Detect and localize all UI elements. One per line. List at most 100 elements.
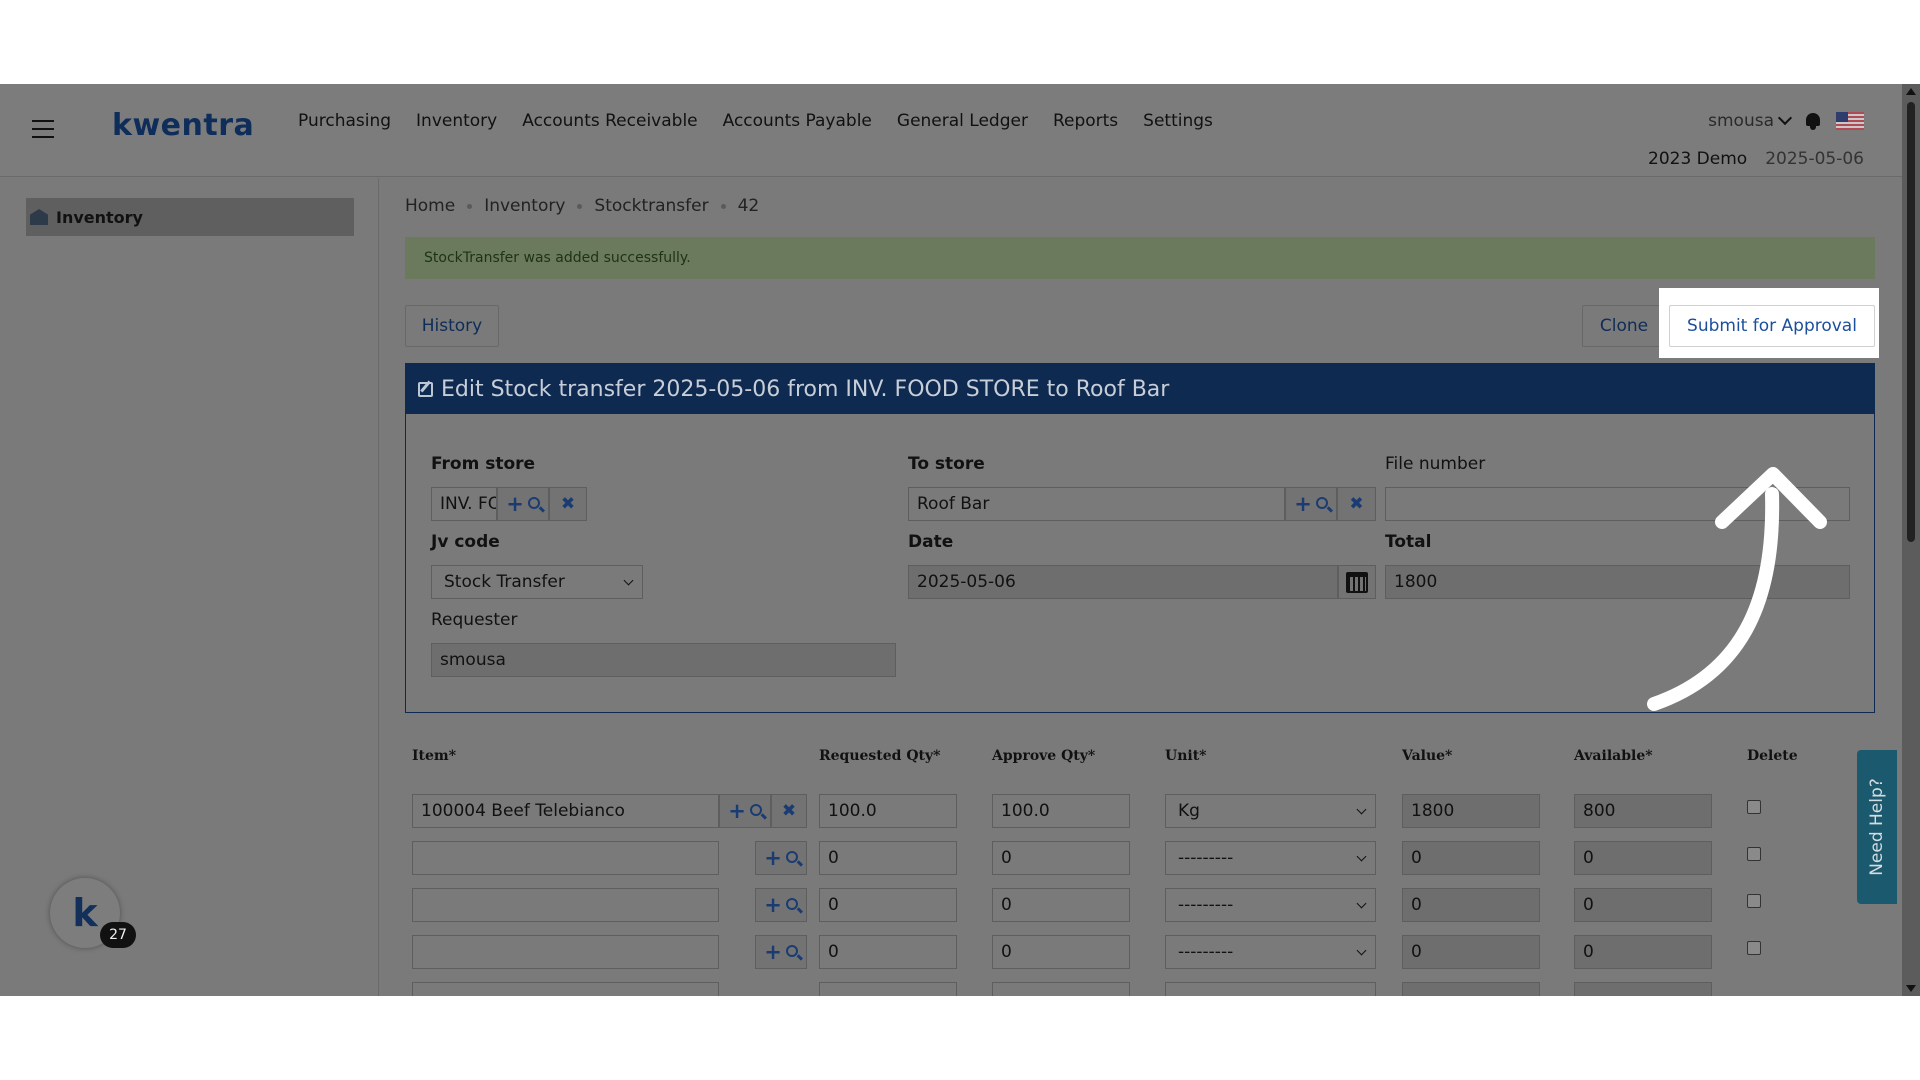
unit-select[interactable]: Kg (1165, 794, 1376, 828)
us-flag-icon[interactable] (1836, 112, 1864, 130)
item-input[interactable]: 100004 Beef Telebianco (412, 794, 719, 828)
hamburger-menu-icon[interactable] (32, 120, 54, 138)
requested-qty-input[interactable]: 0 (819, 935, 957, 969)
history-button[interactable]: History (405, 305, 499, 347)
unit-select[interactable]: --------- (1165, 841, 1376, 875)
chevron-down-icon (1356, 945, 1367, 956)
approve-qty-input[interactable]: 0 (992, 841, 1130, 875)
chevron-down-icon (623, 575, 634, 586)
app-window: kwentra Purchasing Inventory Accounts Re… (0, 84, 1920, 996)
nav-accounts-payable[interactable]: Accounts Payable (723, 111, 872, 131)
delete-checkbox[interactable] (1747, 894, 1761, 908)
notification-count-badge: 27 (100, 922, 136, 948)
item-input[interactable] (412, 841, 719, 875)
plus-icon[interactable]: + (506, 493, 524, 515)
unit-value: --------- (1178, 942, 1234, 962)
nav-general-ledger[interactable]: General Ledger (897, 111, 1028, 131)
breadcrumb-inventory[interactable]: Inventory (484, 196, 565, 216)
close-icon[interactable]: ✖ (782, 801, 796, 821)
breadcrumb-separator (467, 203, 473, 209)
need-help-tab[interactable]: Need Help? (1857, 750, 1897, 904)
kwentra-logo[interactable]: kwentra (112, 108, 254, 143)
unit-select[interactable]: --------- (1165, 935, 1376, 969)
close-icon[interactable]: ✖ (561, 494, 575, 514)
to-store-add-search[interactable]: + (1285, 487, 1337, 521)
approve-qty-input[interactable]: 100.0 (992, 794, 1130, 828)
close-icon[interactable]: ✖ (1349, 494, 1363, 514)
requested-qty-input[interactable] (819, 982, 957, 996)
item-add-search[interactable]: + (755, 935, 807, 969)
search-icon[interactable] (1315, 497, 1328, 509)
delete-checkbox[interactable] (1747, 941, 1761, 955)
col-delete: Delete (1747, 748, 1798, 764)
scrollbar-thumb[interactable] (1907, 102, 1915, 542)
scroll-down-arrow-icon[interactable] (1906, 985, 1916, 992)
page-scrollbar[interactable] (1902, 84, 1920, 996)
nav-purchasing[interactable]: Purchasing (298, 111, 391, 131)
requester-input: smousa (431, 643, 896, 677)
bell-icon[interactable] (1804, 111, 1822, 131)
nav-accounts-receivable[interactable]: Accounts Receivable (522, 111, 697, 131)
nav-inventory[interactable]: Inventory (416, 111, 497, 131)
search-icon[interactable] (785, 898, 798, 910)
breadcrumb-home[interactable]: Home (405, 196, 455, 216)
plus-icon[interactable]: + (764, 941, 782, 963)
sidebar-item-label: Inventory (56, 207, 143, 227)
breadcrumb-separator (577, 203, 583, 209)
jv-code-select[interactable]: Stock Transfer (431, 565, 643, 599)
from-store-input[interactable]: INV. FOOD STORE (431, 487, 497, 521)
submit-for-approval-button[interactable]: Submit for Approval (1669, 305, 1875, 347)
date-input[interactable]: 2025-05-06 (908, 565, 1338, 599)
from-store-add-search[interactable]: + (497, 487, 549, 521)
unit-value: Kg (1178, 801, 1200, 821)
approve-qty-input[interactable]: 0 (992, 888, 1130, 922)
item-input[interactable] (412, 935, 719, 969)
username[interactable]: smousa (1708, 111, 1774, 131)
delete-checkbox[interactable] (1747, 800, 1761, 814)
unit-select[interactable]: --------- (1165, 888, 1376, 922)
delete-checkbox[interactable] (1747, 847, 1761, 861)
search-icon[interactable] (527, 497, 540, 509)
col-available: Available* (1574, 748, 1653, 764)
item-add-search[interactable]: + (719, 794, 771, 828)
from-store-clear[interactable]: ✖ (549, 487, 587, 521)
requested-qty-input[interactable]: 0 (819, 841, 957, 875)
item-clear[interactable]: ✖ (771, 794, 807, 828)
requested-qty-input[interactable]: 100.0 (819, 794, 957, 828)
item-input[interactable] (412, 982, 719, 996)
clone-button[interactable]: Clone (1582, 305, 1666, 347)
to-store-clear[interactable]: ✖ (1337, 487, 1376, 521)
sidebar-item-inventory[interactable]: Inventory (26, 198, 354, 236)
breadcrumb-stocktransfer[interactable]: Stocktransfer (594, 196, 708, 216)
scroll-up-arrow-icon[interactable] (1906, 88, 1916, 95)
nav-reports[interactable]: Reports (1053, 111, 1118, 131)
search-icon[interactable] (785, 851, 798, 863)
item-add-search[interactable]: + (755, 841, 807, 875)
plus-icon[interactable]: + (764, 847, 782, 869)
value-input: 0 (1402, 935, 1540, 969)
unit-select[interactable] (1165, 982, 1376, 996)
nav-settings[interactable]: Settings (1143, 111, 1213, 131)
chevron-down-icon (1356, 804, 1367, 815)
approve-qty-input[interactable]: 0 (992, 935, 1130, 969)
annotation-arrow (1647, 467, 1827, 711)
warehouse-icon (30, 209, 48, 225)
plus-icon[interactable]: + (1294, 493, 1312, 515)
current-date: 2025-05-06 (1765, 149, 1864, 169)
item-add-search[interactable]: + (755, 888, 807, 922)
to-store-input[interactable]: Roof Bar (908, 487, 1285, 521)
requested-qty-input[interactable]: 0 (819, 888, 957, 922)
chevron-down-icon[interactable] (1777, 110, 1793, 126)
approve-qty-input[interactable] (992, 982, 1130, 996)
value-input: 0 (1402, 888, 1540, 922)
date-picker-button[interactable] (1338, 565, 1376, 599)
value-input: 1800 (1402, 794, 1540, 828)
to-store-label: To store (908, 454, 985, 474)
plus-icon[interactable]: + (764, 894, 782, 916)
search-icon[interactable] (749, 804, 762, 816)
item-input[interactable] (412, 888, 719, 922)
search-icon[interactable] (785, 945, 798, 957)
file-number-label: File number (1385, 454, 1486, 474)
calendar-icon[interactable] (1346, 571, 1368, 593)
plus-icon[interactable]: + (728, 800, 746, 822)
